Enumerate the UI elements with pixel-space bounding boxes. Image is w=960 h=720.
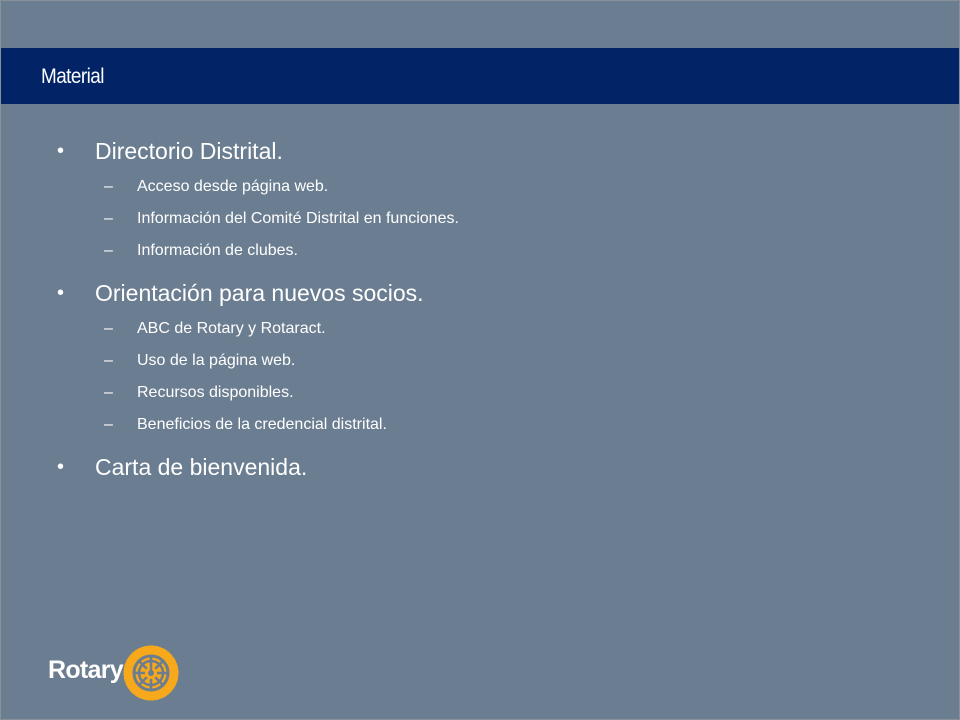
sub-item-marker: – (104, 384, 113, 401)
sub-item-label: Recursos disponibles. (137, 384, 294, 401)
rotary-logo: Rotary (46, 645, 186, 701)
bullet-line: • Carta de bienvenida. (57, 449, 917, 485)
bullet-label: Directorio Distrital. (95, 138, 283, 164)
sub-item-label: Acceso desde página web. (137, 178, 329, 195)
rotary-wordmark: Rotary (48, 656, 124, 684)
title-bar: Material (1, 48, 959, 104)
sub-item-marker: – (104, 178, 113, 195)
bullet-item-orientacion: • Orientación para nuevos socios. – ABC … (57, 275, 917, 441)
sub-item-marker: – (104, 416, 113, 433)
bullet-label: Orientación para nuevos socios. (95, 280, 424, 306)
bullet-marker: • (57, 282, 65, 304)
bullet-item-directorio: • Directorio Distrital. – Acceso desde p… (57, 133, 917, 267)
sub-item-marker: – (104, 352, 113, 369)
bullet-list: • Directorio Distrital. – Acceso desde p… (57, 133, 917, 493)
sub-item: – ABC de Rotary y Rotaract. (57, 313, 917, 345)
slide: Material • Directorio Distrital. – Acces… (0, 0, 960, 720)
sub-item-label: Beneficios de la credencial distrital. (137, 416, 387, 433)
sub-item: – Información del Comité Distrital en fu… (57, 203, 917, 235)
sub-item-label: ABC de Rotary y Rotaract. (137, 320, 326, 337)
sub-item-marker: – (104, 320, 113, 337)
sub-item: – Recursos disponibles. (57, 377, 917, 409)
sub-item: – Información de clubes. (57, 235, 917, 267)
sub-item-label: Uso de la página web. (137, 352, 296, 369)
sub-list: – ABC de Rotary y Rotaract. – Uso de la … (57, 313, 917, 441)
sub-item: – Acceso desde página web. (57, 171, 917, 203)
bullet-line: • Directorio Distrital. (57, 133, 917, 169)
rotary-wheel-icon (123, 645, 179, 701)
slide-title: Material (41, 65, 104, 88)
bullet-marker: • (57, 140, 65, 162)
sub-item-label: Información del Comité Distrital en func… (137, 210, 459, 227)
sub-item-marker: – (104, 242, 113, 259)
sub-item: – Beneficios de la credencial distrital. (57, 409, 917, 441)
sub-item-marker: – (104, 210, 113, 227)
bullet-marker: • (57, 456, 65, 478)
bullet-line: • Orientación para nuevos socios. (57, 275, 917, 311)
sub-item-label: Información de clubes. (137, 242, 298, 259)
bullet-label: Carta de bienvenida. (95, 454, 308, 480)
bullet-item-carta: • Carta de bienvenida. (57, 449, 917, 485)
sub-list: – Acceso desde página web. – Información… (57, 171, 917, 267)
sub-item: – Uso de la página web. (57, 345, 917, 377)
